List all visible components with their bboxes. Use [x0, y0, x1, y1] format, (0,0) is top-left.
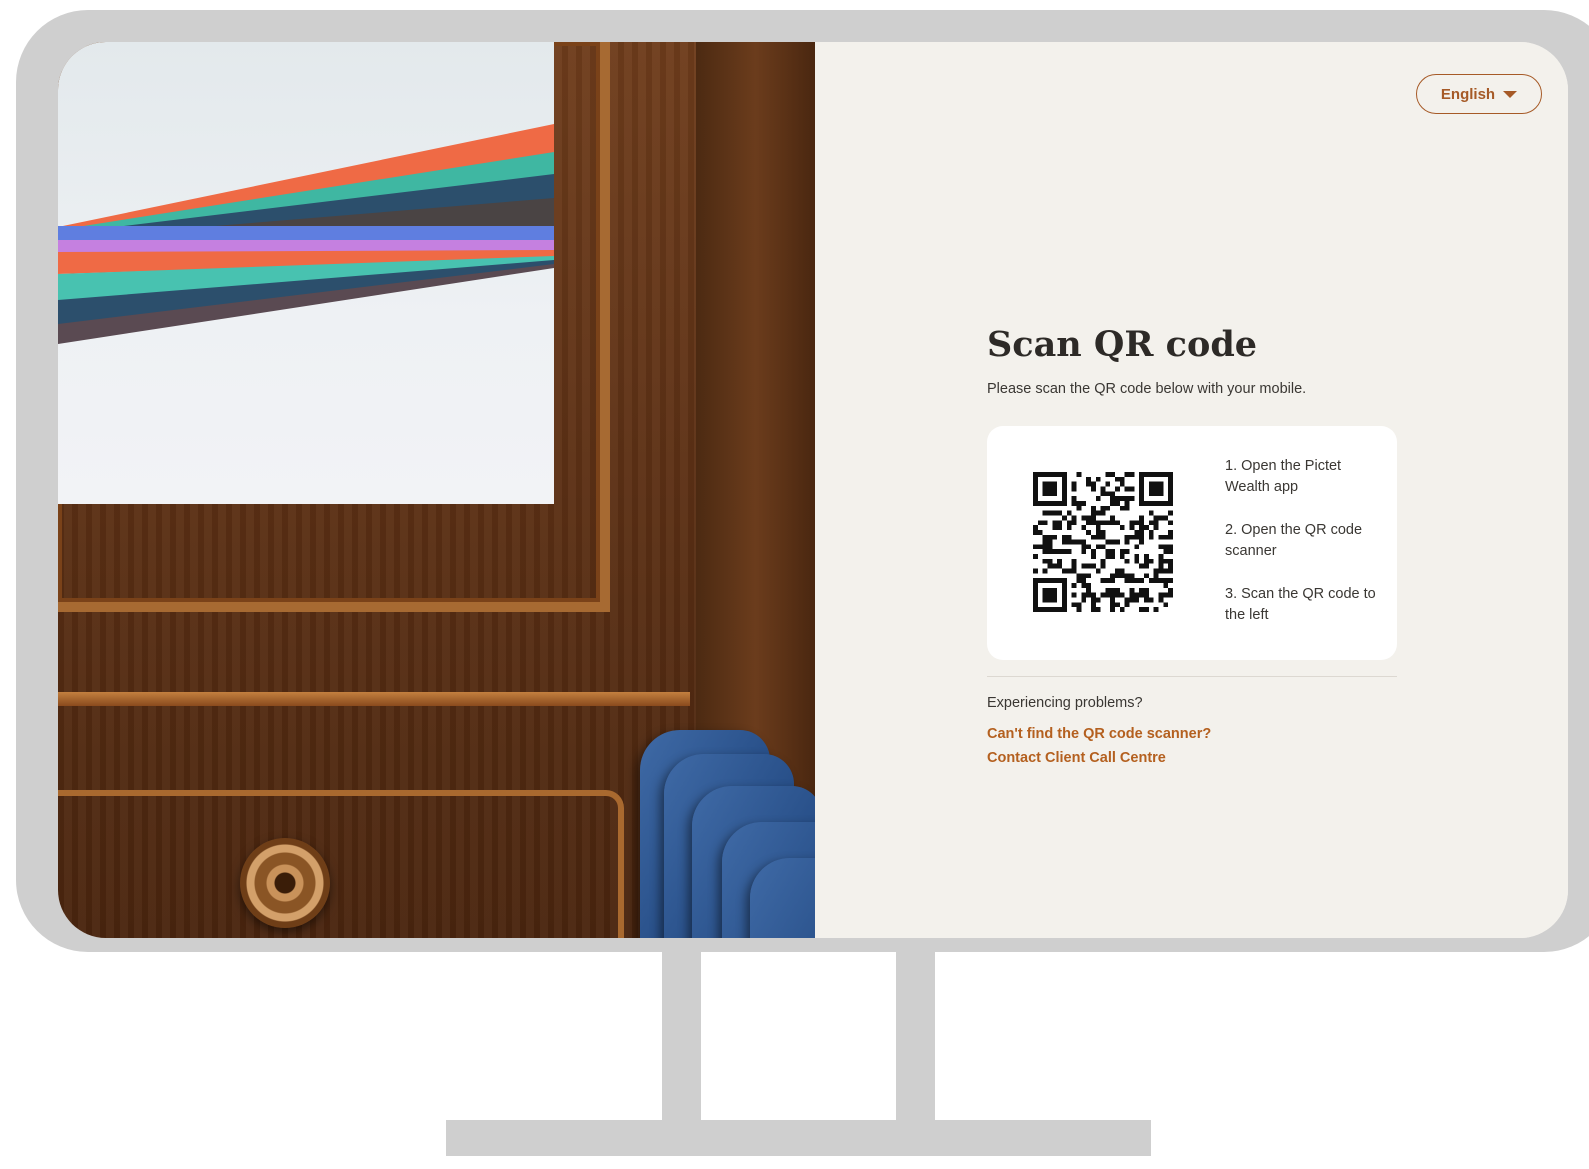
qr-code-image — [1033, 472, 1173, 612]
monitor-stand-post — [662, 952, 701, 1122]
qr-card: 1. Open the Pictet Wealth app 2. Open th… — [987, 426, 1397, 660]
divider — [987, 676, 1397, 677]
page-subtitle: Please scan the QR code below with your … — [987, 381, 1307, 397]
monitor-stand-base — [446, 1120, 1151, 1156]
login-panel: English Scan QR code Please scan the QR … — [815, 42, 1568, 938]
hero-photo — [58, 42, 880, 938]
language-label: English — [1440, 85, 1496, 103]
step-1: 1. Open the Pictet Wealth app — [1225, 458, 1342, 495]
help-heading: Experiencing problems? — [987, 695, 1143, 711]
page-title: Scan QR code — [987, 324, 1258, 365]
step-3: 3. Scan the QR code to the left — [1225, 586, 1376, 623]
qr-scanner-help-link[interactable]: Can't find the QR code scanner? — [987, 726, 1211, 742]
instruction-steps: 1. Open the Pictet Wealth app 2. Open th… — [1225, 456, 1385, 648]
wood-lower-panel — [58, 790, 624, 938]
screen: English Scan QR code Please scan the QR … — [58, 42, 1568, 938]
contact-call-centre-link[interactable]: Contact Client Call Centre — [987, 750, 1166, 766]
language-dropdown-button[interactable]: English — [1416, 74, 1542, 114]
artwork-canvas — [58, 42, 554, 504]
caret-down-icon — [1503, 90, 1518, 98]
artwork-stripes — [58, 124, 554, 344]
carved-rosette — [240, 838, 330, 928]
monitor-stand-post — [896, 952, 935, 1122]
monitor-frame: English Scan QR code Please scan the QR … — [16, 10, 1589, 952]
step-2: 2. Open the QR code scanner — [1225, 522, 1363, 559]
wood-rail — [58, 692, 690, 706]
